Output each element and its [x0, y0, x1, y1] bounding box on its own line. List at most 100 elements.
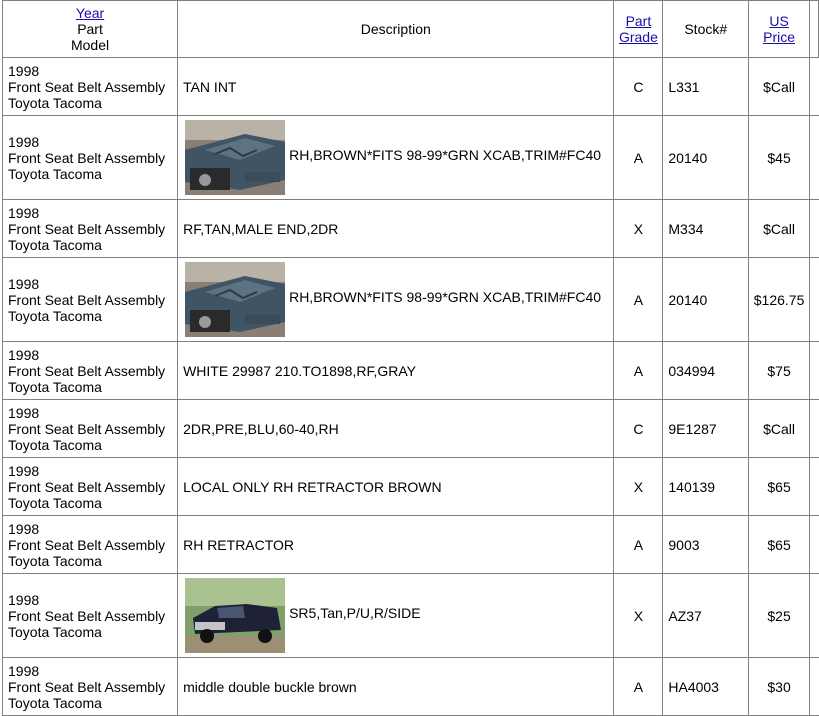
cell-stock-number: 034994: [662, 341, 750, 400]
cell-description: RH RETRACTOR: [177, 515, 615, 574]
cell-description: RH,BROWN*FITS 98-99*GRN XCAB,TRIM#FC40: [177, 257, 615, 342]
cell-extra: [809, 515, 819, 574]
cell-year: 1998: [8, 62, 40, 79]
description-text: RH,BROWN*FITS 98-99*GRN XCAB,TRIM#FC40: [289, 146, 602, 163]
table-row[interactable]: 1998 Front Seat Belt Assembly Toyota Tacom…: [1, 573, 819, 658]
cell-year-part-model: 1998 Front Seat Belt Assembly Toyota Tacom…: [1, 257, 179, 342]
cell-price: $45: [748, 115, 811, 200]
cell-stock-number: 20140: [662, 257, 750, 342]
cell-year-part-model: 1998 Front Seat Belt Assembly Toyota Tacom…: [1, 57, 179, 116]
cell-extra: [809, 341, 819, 400]
cell-price: $65: [748, 515, 811, 574]
description-text: LOCAL ONLY RH RETRACTOR BROWN: [183, 478, 442, 495]
cell-stock-number: AZ37: [662, 573, 750, 658]
year-sort-link[interactable]: Year: [76, 5, 104, 21]
description-text: RH RETRACTOR: [183, 536, 295, 553]
cell-description: SR5,Tan,P/U,R/SIDE: [177, 573, 615, 658]
cell-year: 1998: [8, 462, 40, 479]
price-sort-link[interactable]: US Price: [763, 13, 795, 45]
header-description: Description: [177, 0, 615, 58]
cell-price: $75: [748, 341, 811, 400]
cell-model: Toyota Tacoma: [8, 494, 102, 511]
cell-price: $126.75: [748, 257, 811, 342]
cell-description: TAN INT: [177, 57, 615, 116]
cell-grade: C: [613, 57, 664, 116]
table-row[interactable]: 1998 Front Seat Belt Assembly Toyota Tacom…: [1, 115, 819, 200]
description-text: RF,TAN,MALE END,2DR: [183, 220, 339, 237]
cell-model: Toyota Tacoma: [8, 436, 102, 453]
cell-year: 1998: [8, 404, 40, 421]
cell-extra: [809, 199, 819, 258]
cell-grade: A: [613, 515, 664, 574]
cell-stock-number: 140139: [662, 457, 750, 516]
cell-year: 1998: [8, 520, 40, 537]
header-stock: Stock#: [662, 0, 750, 58]
cell-grade: A: [613, 341, 664, 400]
cell-stock-number: 9E1287: [662, 399, 750, 458]
cell-stock-number: 20140: [662, 115, 750, 200]
cell-year-part-model: 1998 Front Seat Belt Assembly Toyota Tacom…: [1, 199, 179, 258]
table-row[interactable]: 1998 Front Seat Belt Assembly Toyota Tacom…: [1, 257, 819, 342]
cell-grade: X: [613, 457, 664, 516]
cell-year: 1998: [8, 591, 40, 608]
cell-model: Toyota Tacoma: [8, 307, 102, 324]
cell-year: 1998: [8, 204, 40, 221]
cell-year-part-model: 1998 Front Seat Belt Assembly Toyota Tacom…: [1, 457, 179, 516]
table-row[interactable]: 1998 Front Seat Belt Assembly Toyota Tacom…: [1, 57, 819, 116]
cell-stock-number: 9003: [662, 515, 750, 574]
cell-year: 1998: [8, 275, 40, 292]
cell-part: Front Seat Belt Assembly: [8, 678, 166, 695]
description-text: SR5,Tan,P/U,R/SIDE: [289, 604, 421, 621]
cell-extra: [809, 457, 819, 516]
cell-part: Front Seat Belt Assembly: [8, 478, 166, 495]
cell-price: $Call: [748, 57, 811, 116]
table-row[interactable]: 1998 Front Seat Belt Assembly Toyota Tacom…: [1, 399, 819, 458]
cell-grade: A: [613, 115, 664, 200]
cell-model: Toyota Tacoma: [8, 694, 102, 711]
table-row[interactable]: 1998 Front Seat Belt Assembly Toyota Tacom…: [1, 515, 819, 574]
cell-year-part-model: 1998 Front Seat Belt Assembly Toyota Tacom…: [1, 399, 179, 458]
description-text: WHITE 29987 210.TO1898,RF,GRAY: [183, 362, 416, 379]
cell-description: 2DR,PRE,BLU,60-40,RH: [177, 399, 615, 458]
parts-table: Year Part Model Description Part Grade St…: [1, 0, 819, 716]
cell-part: Front Seat Belt Assembly: [8, 220, 166, 237]
cell-extra: [809, 573, 819, 658]
cell-model: Toyota Tacoma: [8, 552, 102, 569]
cell-model: Toyota Tacoma: [8, 236, 102, 253]
cell-grade: X: [613, 573, 664, 658]
cell-part: Front Seat Belt Assembly: [8, 78, 166, 95]
cell-model: Toyota Tacoma: [8, 378, 102, 395]
part-grade-sort-link[interactable]: Part Grade: [619, 13, 658, 45]
table-row[interactable]: 1998 Front Seat Belt Assembly Toyota Tacom…: [1, 199, 819, 258]
cell-stock-number: M334: [662, 199, 750, 258]
cell-year: 1998: [8, 133, 40, 150]
cell-stock-number: L331: [662, 57, 750, 116]
part-photo-thumbnail[interactable]: [185, 578, 286, 653]
cell-year: 1998: [8, 346, 40, 363]
cell-description: LOCAL ONLY RH RETRACTOR BROWN: [177, 457, 615, 516]
cell-part: Front Seat Belt Assembly: [8, 420, 166, 437]
cell-year-part-model: 1998 Front Seat Belt Assembly Toyota Tacom…: [1, 115, 179, 200]
cell-year-part-model: 1998 Front Seat Belt Assembly Toyota Tacom…: [1, 515, 179, 574]
part-photo-thumbnail[interactable]: [185, 120, 286, 195]
cell-extra: [809, 257, 819, 342]
cell-year-part-model: 1998 Front Seat Belt Assembly Toyota Tacom…: [1, 573, 179, 658]
part-photo-thumbnail[interactable]: [185, 262, 286, 337]
description-text: middle double buckle brown: [183, 678, 357, 695]
table-row[interactable]: 1998 Front Seat Belt Assembly Toyota Tacom…: [1, 341, 819, 400]
description-text: RH,BROWN*FITS 98-99*GRN XCAB,TRIM#FC40: [289, 288, 602, 305]
cell-description: RF,TAN,MALE END,2DR: [177, 199, 615, 258]
cell-price: $Call: [748, 399, 811, 458]
cell-model: Toyota Tacoma: [8, 94, 102, 111]
cell-price: $25: [748, 573, 811, 658]
cell-description: RH,BROWN*FITS 98-99*GRN XCAB,TRIM#FC40: [177, 115, 615, 200]
cell-year-part-model: 1998 Front Seat Belt Assembly Toyota Tacom…: [1, 341, 179, 400]
header-extra-column: [809, 0, 819, 58]
table-row[interactable]: 1998 Front Seat Belt Assembly Toyota Tacom…: [1, 457, 819, 516]
description-text: TAN INT: [183, 78, 237, 95]
cell-model: Toyota Tacoma: [8, 165, 102, 182]
header-price: US Price: [748, 0, 811, 58]
cell-grade: C: [613, 399, 664, 458]
cell-grade: X: [613, 199, 664, 258]
cell-part: Front Seat Belt Assembly: [8, 362, 166, 379]
